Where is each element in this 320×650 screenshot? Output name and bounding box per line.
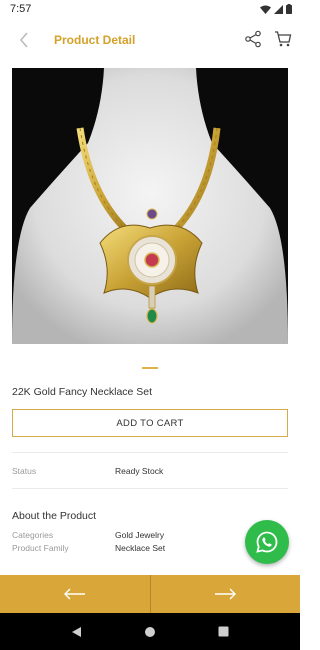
page-title: Product Detail [54, 33, 136, 47]
product-detail-screen: 7:57 Product Detail 22K Gold Fancy Neckl… [0, 0, 300, 650]
bottom-nav [0, 575, 300, 613]
cart-button[interactable] [272, 28, 294, 50]
status-icons [260, 4, 292, 14]
product-name: 22K Gold Fancy Necklace Set [12, 386, 153, 398]
about-title: About the Product [12, 510, 97, 522]
chevron-left-icon [20, 32, 28, 48]
app-bar: Product Detail [0, 18, 300, 62]
arrow-right-icon [215, 588, 237, 600]
whatsapp-button[interactable] [245, 520, 289, 564]
image-page-indicator [142, 367, 158, 369]
about-row-value: Gold Jewelry [115, 530, 165, 540]
status-time: 7:57 [10, 3, 32, 15]
system-recents-icon[interactable] [218, 626, 229, 637]
status-value: Ready Stock [115, 466, 164, 476]
system-home-icon[interactable] [144, 626, 156, 638]
system-nav-bar [0, 613, 300, 650]
about-row-value: Necklace Set [115, 543, 166, 553]
battery-icon [286, 4, 292, 14]
cart-icon [275, 31, 292, 47]
back-button[interactable] [2, 18, 46, 62]
product-image[interactable] [12, 68, 288, 344]
arrow-left-icon [63, 588, 85, 600]
divider [12, 452, 288, 453]
status-bar: 7:57 [0, 0, 300, 18]
previous-button[interactable] [0, 575, 150, 613]
about-row-label: Categories [12, 530, 54, 540]
divider [12, 488, 288, 489]
status-row: Status Ready Stock [12, 466, 288, 476]
next-button[interactable] [151, 575, 301, 613]
whatsapp-icon [256, 531, 278, 553]
share-icon [245, 30, 261, 48]
status-label: Status [12, 466, 37, 476]
signal-icon [274, 4, 283, 14]
about-row-label: Product Family [12, 543, 69, 553]
add-to-cart-button[interactable]: ADD TO CART [12, 409, 288, 437]
share-button[interactable] [242, 28, 264, 50]
system-back-icon[interactable] [71, 626, 83, 638]
header-actions [242, 28, 294, 50]
wifi-icon [260, 5, 271, 14]
necklace-illustration [12, 68, 288, 344]
